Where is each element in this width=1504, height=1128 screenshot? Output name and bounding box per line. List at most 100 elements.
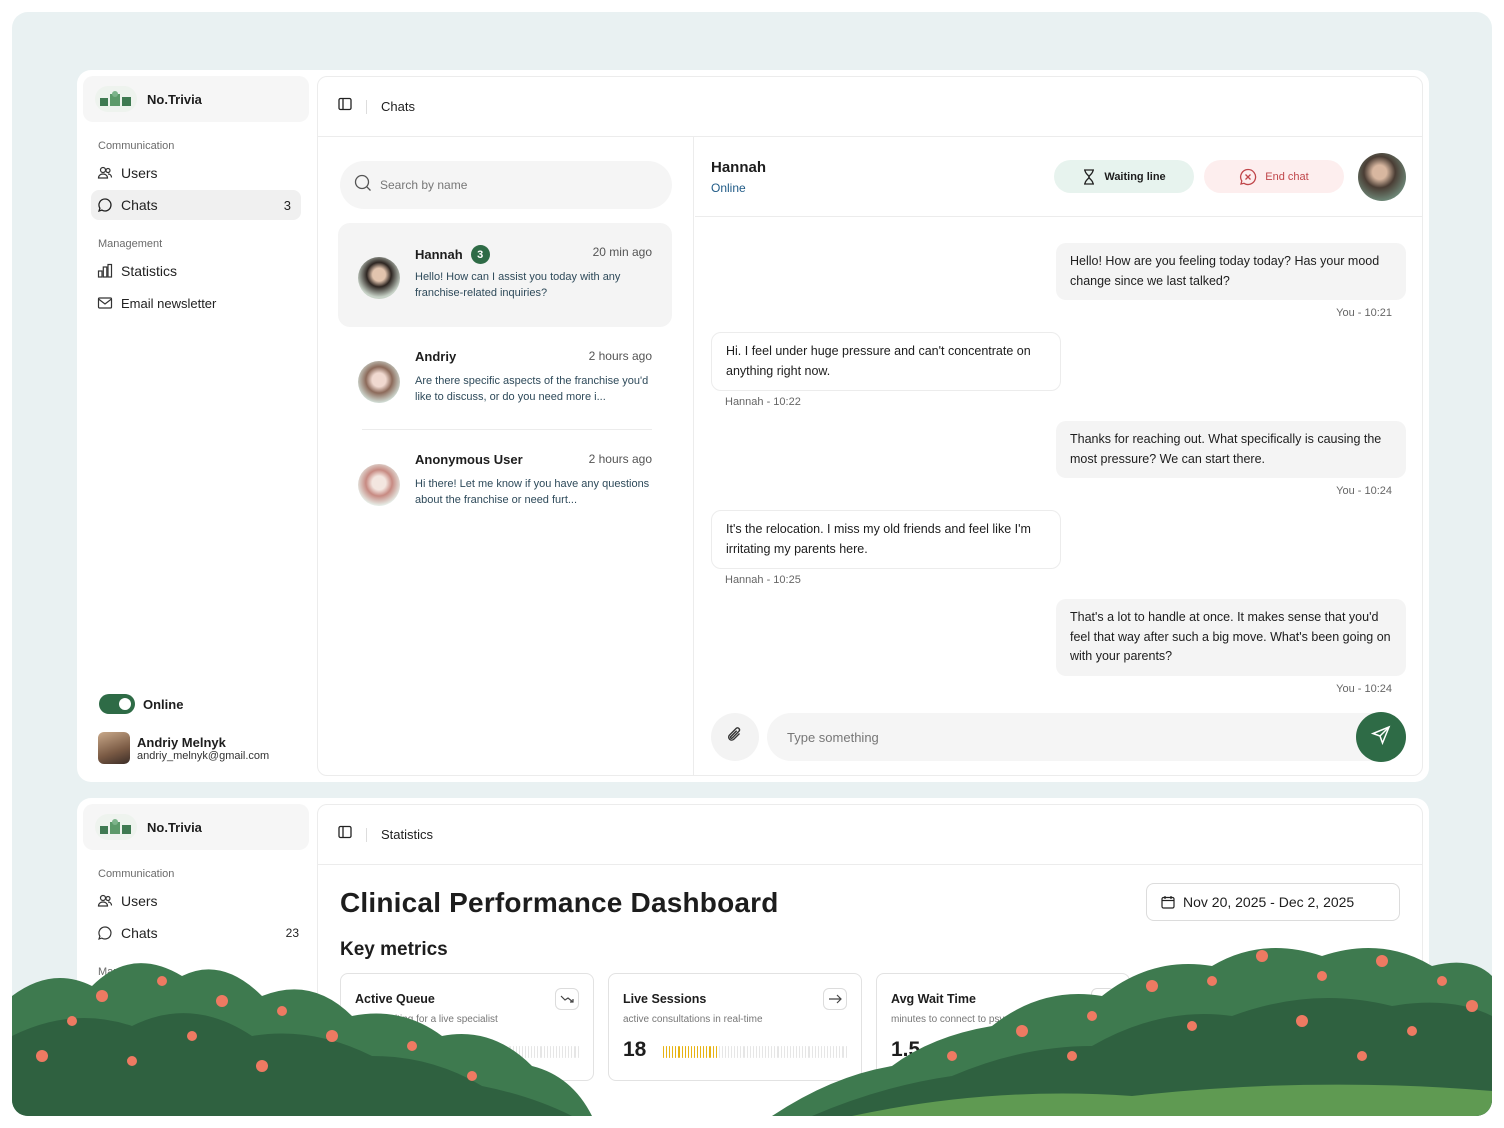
metric-card-completion-rate[interactable]: Completion rate bbox=[1144, 973, 1398, 1081]
avatar[interactable] bbox=[1358, 153, 1406, 201]
chats-window: No.Trivia Communication Users Chats 3 Ma… bbox=[77, 70, 1429, 782]
key-metrics-heading: Key metrics bbox=[340, 939, 448, 960]
metric-bar-gauge bbox=[395, 1046, 579, 1058]
gauge-segment bbox=[494, 1046, 496, 1058]
conversation-preview: Hi there! Let me know if you have any qu… bbox=[415, 478, 650, 506]
gauge-segment bbox=[1082, 1046, 1084, 1058]
chats-count: 23 bbox=[285, 926, 299, 940]
users-icon bbox=[97, 165, 113, 181]
sidebar-item-statistics[interactable]: Statistics bbox=[83, 256, 309, 286]
sidebar-item-chats[interactable]: Chats 23 bbox=[83, 918, 309, 948]
sidebar-toggle-icon[interactable] bbox=[338, 825, 352, 844]
topbar-divider bbox=[366, 827, 367, 842]
trend-down-icon[interactable] bbox=[555, 988, 579, 1010]
metric-subtitle: minutes to connect to psychologist bbox=[891, 1014, 1044, 1025]
sidebar-toggle-icon[interactable] bbox=[338, 97, 352, 116]
conversation-item-hannah[interactable]: Hannah 3 20 min ago Hello! How can I ass… bbox=[338, 223, 672, 327]
gauge-segment bbox=[842, 1046, 844, 1058]
gauge-segment bbox=[1026, 1046, 1028, 1058]
conversation-item-anonymous[interactable]: Anonymous User 2 hours ago Hi there! Let… bbox=[338, 430, 672, 534]
gauge-segment bbox=[768, 1046, 770, 1058]
attach-button[interactable] bbox=[711, 713, 759, 761]
gauge-segment bbox=[500, 1046, 502, 1058]
send-button[interactable] bbox=[1356, 712, 1406, 762]
search-input[interactable]: Search by name bbox=[340, 161, 672, 209]
page-title: Chats bbox=[381, 99, 415, 114]
metric-card-live-sessions[interactable]: Live Sessions active consultations in re… bbox=[608, 973, 862, 1081]
gauge-segment bbox=[687, 1046, 689, 1058]
gauge-segment bbox=[1051, 1046, 1053, 1058]
gauge-segment bbox=[792, 1046, 795, 1058]
metric-card-active-queue[interactable]: Active Queue users waiting for a live sp… bbox=[340, 973, 594, 1081]
gauge-segment bbox=[989, 1046, 991, 1058]
gauge-segment bbox=[1017, 1046, 1019, 1058]
avatar bbox=[358, 257, 400, 299]
gauge-segment bbox=[986, 1046, 988, 1058]
gauge-segment bbox=[562, 1046, 564, 1058]
gauge-segment bbox=[422, 1046, 424, 1058]
gauge-segment bbox=[543, 1046, 545, 1058]
online-toggle[interactable] bbox=[99, 694, 135, 714]
arrow-right-icon[interactable] bbox=[823, 988, 847, 1010]
paperclip-icon bbox=[725, 725, 745, 750]
section-management: Management bbox=[98, 238, 163, 250]
end-chat-icon bbox=[1239, 168, 1257, 186]
online-status-row: Online bbox=[99, 694, 183, 714]
gauge-segment bbox=[693, 1046, 696, 1058]
gauge-segment bbox=[715, 1046, 717, 1058]
gauge-segment bbox=[934, 1046, 936, 1058]
trend-up-icon[interactable] bbox=[1091, 988, 1115, 1010]
gauge-segment bbox=[672, 1046, 674, 1058]
gauge-segment bbox=[734, 1046, 736, 1058]
message-outgoing: Hello! How are you feeling today today? … bbox=[1056, 243, 1406, 300]
gauge-segment bbox=[1094, 1046, 1097, 1058]
gauge-segment bbox=[684, 1046, 686, 1058]
conversation-name: Andriy bbox=[415, 349, 457, 364]
current-user[interactable]: Andriy Melnyk andriy_melnyk@gmail.com bbox=[98, 732, 269, 764]
waiting-line-button[interactable]: Waiting line bbox=[1054, 160, 1194, 193]
end-chat-button[interactable]: End chat bbox=[1204, 160, 1344, 193]
gauge-segment bbox=[410, 1046, 412, 1058]
users-icon bbox=[97, 893, 113, 909]
chats-count: 3 bbox=[283, 197, 291, 213]
gauge-segment bbox=[1033, 1046, 1035, 1058]
gauge-segment bbox=[512, 1046, 514, 1058]
gauge-segment bbox=[940, 1046, 942, 1058]
gauge-segment bbox=[833, 1046, 835, 1058]
gauge-segment bbox=[432, 1046, 434, 1058]
gauge-segment bbox=[943, 1046, 945, 1058]
sidebar-item-users[interactable]: Users bbox=[83, 158, 309, 188]
message-input[interactable]: Type something bbox=[767, 713, 1406, 761]
section-communication: Communication bbox=[98, 140, 175, 152]
sidebar-item-label: Chats bbox=[121, 197, 158, 213]
sidebar-item-label: Email newsletter bbox=[121, 295, 217, 311]
gauge-segment bbox=[663, 1046, 665, 1058]
sidebar-item-chats[interactable]: Chats 3 bbox=[91, 190, 301, 220]
gauge-segment bbox=[487, 1046, 489, 1058]
user-name: Andriy Melnyk bbox=[137, 734, 226, 750]
brand[interactable]: No.Trivia bbox=[83, 804, 309, 850]
conversation-item-andriy[interactable]: Andriy 2 hours ago Are there specific as… bbox=[338, 327, 672, 431]
gauge-segment bbox=[565, 1046, 567, 1058]
gauge-segment bbox=[731, 1046, 733, 1058]
message-meta: You - 10:24 bbox=[1336, 683, 1392, 695]
gauge-segment bbox=[558, 1046, 561, 1058]
gauge-segment bbox=[1091, 1046, 1093, 1058]
sidebar-item-email-newsletter[interactable]: Email newsletter bbox=[83, 288, 309, 318]
gauge-segment bbox=[774, 1046, 776, 1058]
dashboard-title: Clinical Performance Dashboard bbox=[340, 887, 779, 918]
gauge-segment bbox=[1110, 1046, 1112, 1058]
gauge-segment bbox=[413, 1046, 415, 1058]
metric-card-avg-wait-time[interactable]: Avg Wait Time minutes to connect to psyc… bbox=[876, 973, 1130, 1081]
gauge-segment bbox=[1020, 1046, 1022, 1058]
brand[interactable]: No.Trivia bbox=[83, 76, 309, 122]
sidebar-item-users[interactable]: Users bbox=[83, 886, 309, 916]
gauge-segment bbox=[435, 1046, 437, 1058]
date-range-picker[interactable]: Nov 20, 2025 - Dec 2, 2025 bbox=[1146, 883, 1400, 921]
gauge-segment bbox=[1107, 1046, 1109, 1058]
gauge-segment bbox=[977, 1046, 979, 1058]
gauge-segment bbox=[481, 1046, 483, 1058]
online-label: Online bbox=[143, 696, 184, 712]
sidebar-item-label: Users bbox=[121, 893, 158, 909]
gauge-segment bbox=[709, 1046, 711, 1058]
